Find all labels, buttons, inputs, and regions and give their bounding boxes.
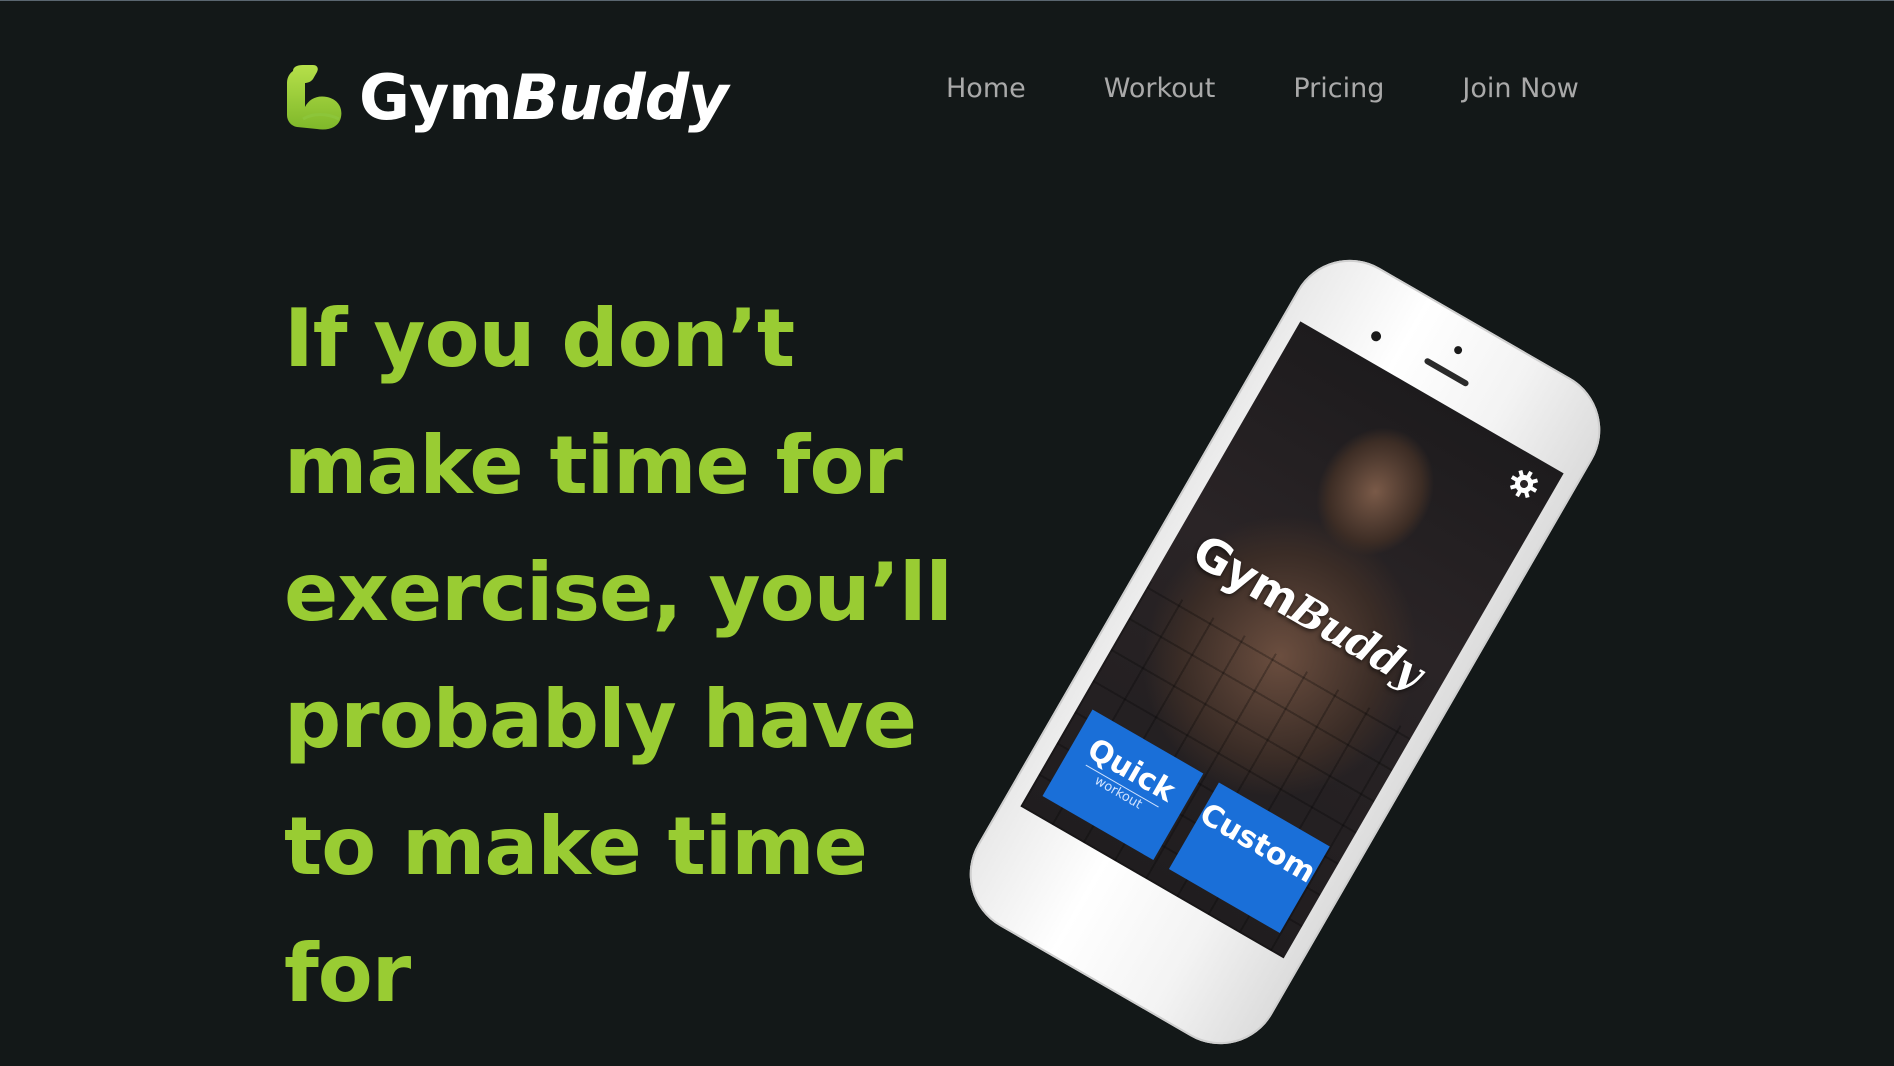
brand-name-italic: Buddy [511, 61, 729, 134]
app-screen: GymBuddy Quick workout Custom [1020, 321, 1564, 959]
custom-tile-title: Custom [1193, 796, 1322, 891]
quick-workout-tile[interactable]: Quick workout [1042, 709, 1204, 861]
phone-speaker [1423, 357, 1470, 388]
gear-icon[interactable] [1504, 464, 1545, 505]
custom-workout-tile[interactable]: Custom [1168, 782, 1330, 934]
nav-home[interactable]: Home [946, 68, 1026, 110]
brand-logo-link[interactable]: GymBuddy [283, 58, 728, 138]
flexed-arm-icon [287, 65, 342, 130]
hero-headline: If you don’t make time for exercise, you… [284, 292, 953, 1020]
nav-join-now[interactable]: Join Now [1462, 68, 1578, 110]
main-nav: Home Workout Pricing Join Now [946, 68, 1579, 110]
app-logo: GymBuddy [1163, 512, 1453, 711]
app-logo-italic: Buddy [1281, 583, 1432, 699]
nav-pricing[interactable]: Pricing [1293, 68, 1384, 110]
phone-mockup: GymBuddy Quick workout Custom [947, 237, 1623, 1066]
brand-name-regular: Gym [359, 61, 513, 134]
phone-sensor [1452, 344, 1464, 356]
phone-body: GymBuddy Quick workout Custom [947, 237, 1623, 1066]
nav-workout[interactable]: Workout [1104, 68, 1216, 110]
brand-name: GymBuddy [359, 58, 728, 138]
phone-camera [1369, 329, 1383, 344]
top-border [0, 0, 1894, 1]
